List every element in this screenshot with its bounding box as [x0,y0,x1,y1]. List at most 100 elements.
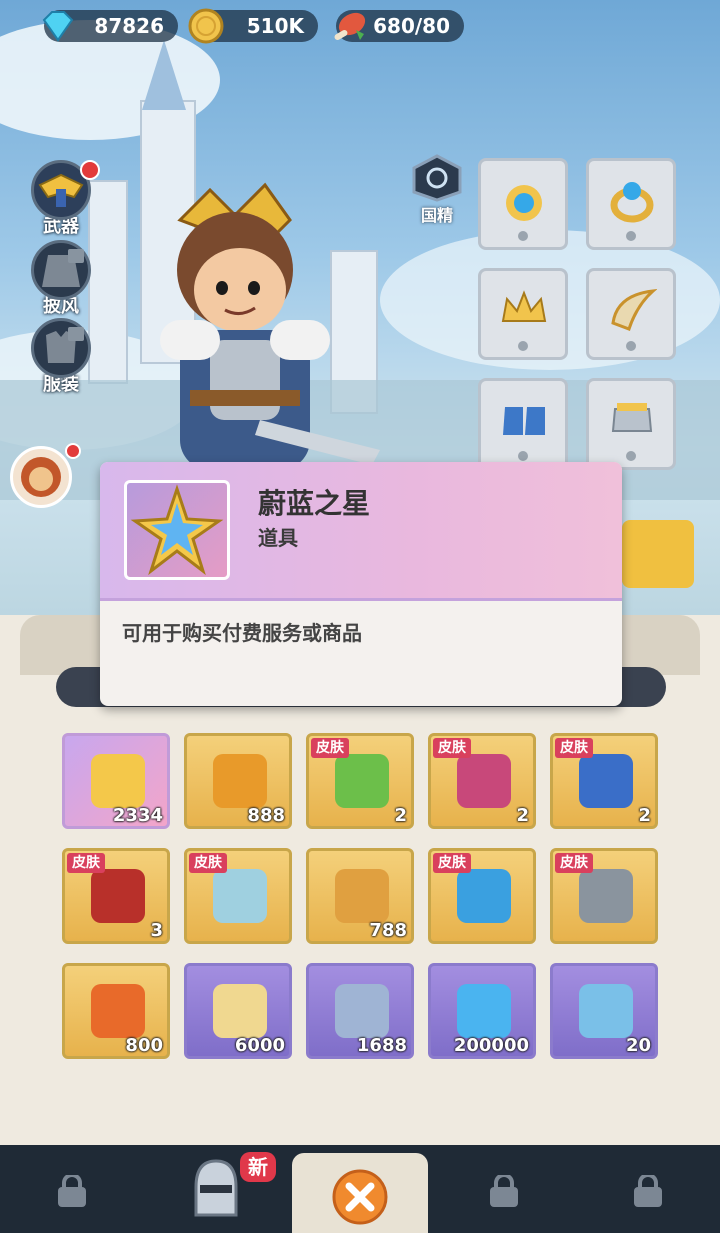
empty-indicator [518,231,528,241]
gold-count: 510K [246,14,304,38]
item-count: 20 [625,1035,651,1056]
outfit-icon [31,318,91,378]
lock-icon [634,1175,662,1207]
inventory-slot[interactable]: 皮肤 [184,848,292,944]
equip-action-button[interactable] [622,520,694,588]
inventory-slot[interactable]: 20 [550,963,658,1059]
inventory-slot[interactable]: 皮肤 2 [550,733,658,829]
inventory-slot[interactable]: 6000 [184,963,292,1059]
item-count: 2 [516,805,529,826]
item-count: 6000 [234,1035,285,1056]
nav-locked-2[interactable] [432,1145,576,1233]
inventory-slot[interactable]: 皮肤 2 [428,733,536,829]
blue-dagger-icon [457,869,511,923]
inventory-slot[interactable]: 皮肤 2 [306,733,414,829]
item-count: 2 [394,805,407,826]
reset-label: 国精 [420,206,453,225]
pet-avatar[interactable] [10,443,81,508]
reset-equipment-button[interactable]: 国精 [410,154,464,226]
ticket-icon [579,984,633,1038]
skin-tag: 皮肤 [555,738,593,758]
bottom-nav [0,1145,720,1233]
stamina-counter[interactable]: 680/80 [334,10,464,42]
inventory-slot[interactable]: 皮肤 [428,848,536,944]
inventory-slot[interactable]: 800 [62,963,170,1059]
lion-icon [21,457,61,497]
skin-tag: 皮肤 [555,853,593,873]
inventory-slot[interactable]: 2334 [62,733,170,829]
skin-tag: 皮肤 [433,738,471,758]
item-detail-popup[interactable]: 蔚蓝之星 道具 可用于购买付费服务或商品 [100,462,622,706]
inventory-slot[interactable]: 888 [184,733,292,829]
item-count: 2334 [112,805,163,826]
lock-icon [490,1175,518,1207]
inventory-slot[interactable]: 788 [306,848,414,944]
item-name: 蔚蓝之星 [258,487,371,520]
item-count: 800 [125,1035,163,1056]
green-hero-icon [335,754,389,808]
lock-icon [68,249,84,263]
inventory-slot[interactable]: 皮肤 3 [62,848,170,944]
crown-icon [501,290,547,322]
lock-icon [58,1175,86,1207]
notification-dot [80,160,100,180]
popup-header: 蔚蓝之星 道具 [100,462,622,601]
skin-tag: 皮肤 [67,853,105,873]
item-icon-frame [124,480,230,580]
bear-hero-icon [213,869,267,923]
inventory-slot[interactable]: 皮肤 [550,848,658,944]
empty-indicator [626,231,636,241]
blue-hero-icon [579,754,633,808]
ring-icon [610,182,654,223]
equip-slot-crown[interactable] [478,268,568,360]
cloak-icon [31,240,91,300]
equip-slot-boots[interactable] [478,378,568,470]
item-count: 1688 [356,1035,407,1056]
armor-icon [611,403,653,432]
nav-close[interactable] [292,1153,428,1233]
equip-slot-horn[interactable] [586,268,676,360]
empty-indicator [626,341,636,351]
skin-tag: 皮肤 [189,853,227,873]
azure-star-icon [130,484,224,576]
nav-locked-1[interactable] [0,1145,144,1233]
stamina-count: 680/80 [373,14,450,38]
new-badge: 新 [240,1152,276,1182]
gold-coin-icon [188,8,224,44]
blue-crystal-icon [457,984,511,1038]
skin-tag: 皮肤 [433,853,471,873]
equip-slot-amulet[interactable] [478,158,568,250]
side-menu-outfit[interactable]: 服装 [24,318,98,396]
side-menu-cloak[interactable]: 披风 [24,240,98,318]
inventory-slot[interactable]: 200000 [428,963,536,1059]
currency-bar: 87826 510K 680/80 [0,8,720,46]
knight-helmet-icon [194,1159,238,1217]
blue-star-icon [91,754,145,808]
grey-hero-icon [579,869,633,923]
red-hero-icon [91,869,145,923]
item-count: 200000 [453,1035,529,1056]
gear-swap-icon [412,154,462,202]
equip-slot-armor[interactable] [586,378,676,470]
gem-counter[interactable]: 87826 [42,10,178,42]
nav-locked-3[interactable] [576,1145,720,1233]
lock-icon [68,327,84,341]
equip-slot-ring[interactable] [586,158,676,250]
horn-icon [611,289,657,331]
amulet-icon [506,185,542,221]
item-count: 788 [369,920,407,941]
diamond-icon [42,11,74,42]
hero-character [160,182,380,470]
gold-hammer-icon [335,869,389,923]
empty-indicator [518,451,528,461]
side-menu-weapon[interactable]: 武器 [24,160,100,238]
silver-hammer-icon [335,984,389,1038]
item-count: 2 [638,805,651,826]
gold-counter[interactable]: 510K [188,8,318,44]
inventory-slot[interactable]: 1688 [306,963,414,1059]
meat-icon [334,12,366,40]
fire-gear-icon [91,984,145,1038]
item-count: 3 [150,920,163,941]
empty-indicator [626,451,636,461]
item-description: 可用于购买付费服务或商品 [122,621,362,645]
